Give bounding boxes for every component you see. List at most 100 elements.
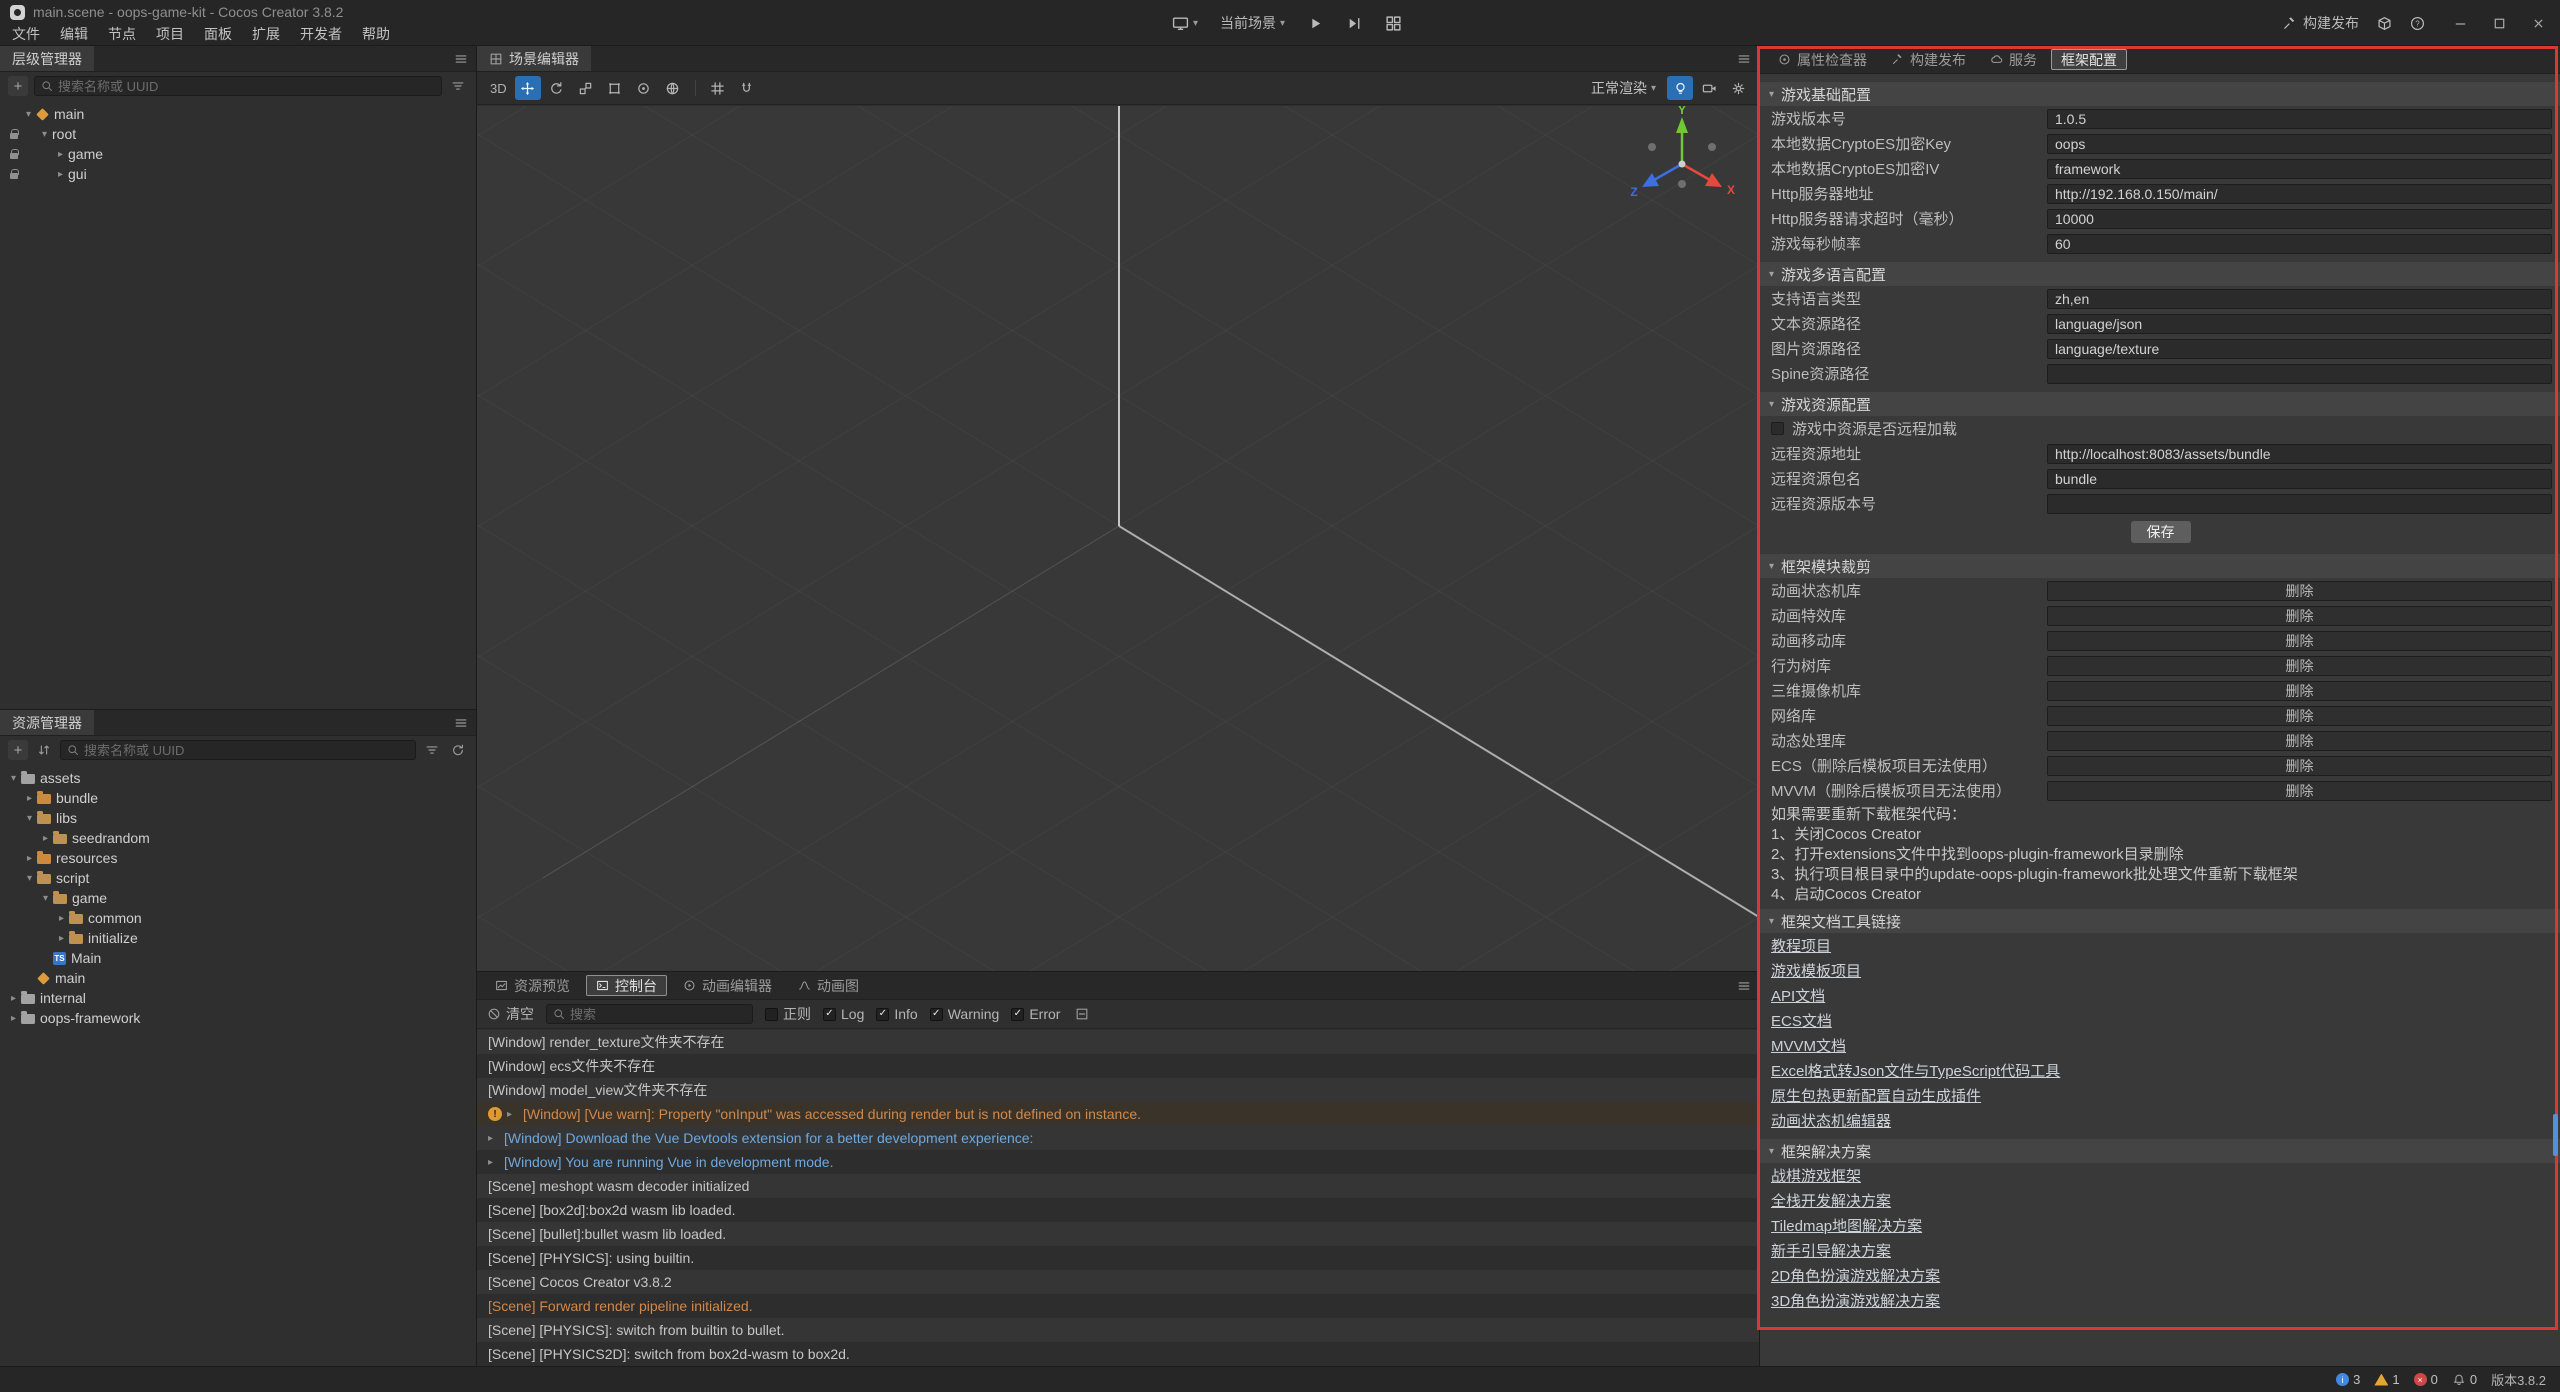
doc-link[interactable]: 3D角色扮演游戏解决方案 (1760, 1288, 2560, 1313)
scene-menu-button[interactable] (1729, 46, 1759, 71)
console-log-row-0[interactable]: [Window] render_texture文件夹不存在 (477, 1030, 1759, 1054)
field-input[interactable] (2047, 234, 2552, 254)
scene-camera-button[interactable] (1696, 76, 1722, 100)
section-header[interactable]: ▾框架文档工具链接 (1760, 909, 2560, 933)
maximize-button[interactable] (2492, 16, 2507, 31)
tool-scale-button[interactable] (573, 76, 599, 100)
expand-arrow[interactable]: ▾ (37, 129, 52, 140)
menu-item-2[interactable]: 节点 (98, 24, 146, 44)
console-clear-button[interactable]: 清空 (487, 1004, 534, 1024)
menu-item-5[interactable]: 扩展 (242, 24, 290, 44)
hierarchy-title-tab[interactable]: 层级管理器 (0, 46, 94, 71)
console-log-row-12[interactable]: [Scene] [PHYSICS]: switch from builtin t… (477, 1318, 1759, 1342)
tool-move-button[interactable] (515, 76, 541, 100)
checkbox-unchecked[interactable] (765, 1008, 778, 1021)
notification-badge[interactable]: 0 (2452, 1372, 2477, 1387)
play-button[interactable] (1301, 11, 1330, 36)
inspector-tab-2[interactable]: 服务 (1980, 49, 2047, 70)
delete-button[interactable]: 删除 (2047, 681, 2552, 701)
asset-node-assets[interactable]: ▾assets (0, 768, 476, 788)
inspector-tab-0[interactable]: 属性检查器 (1768, 49, 1877, 70)
console-log-row-5[interactable]: ▸[Window] You are running Vue in develop… (477, 1150, 1759, 1174)
expand-arrow[interactable]: ▾ (6, 773, 21, 784)
console-log-row-9[interactable]: [Scene] [PHYSICS]: using builtin. (477, 1246, 1759, 1270)
console-menu-button[interactable] (1729, 979, 1759, 993)
layout-button[interactable] (1379, 11, 1408, 36)
doc-link[interactable]: 教程项目 (1760, 933, 2560, 958)
doc-link[interactable]: 动画状态机编辑器 (1760, 1108, 2560, 1133)
doc-link[interactable]: MVVM文档 (1760, 1033, 2560, 1058)
device-preview-dropdown[interactable]: ▾ (1166, 11, 1204, 36)
doc-link[interactable]: 全栈开发解决方案 (1760, 1188, 2560, 1213)
field-input[interactable] (2047, 469, 2552, 489)
step-button[interactable] (1340, 11, 1369, 36)
asset-node-main[interactable]: main (0, 968, 476, 988)
asset-node-common[interactable]: ▸common (0, 908, 476, 928)
asset-node-script[interactable]: ▾script (0, 868, 476, 888)
checkbox-checked[interactable]: ✓ (1011, 1008, 1024, 1021)
doc-link[interactable]: 2D角色扮演游戏解决方案 (1760, 1263, 2560, 1288)
expand-arrow[interactable]: ▸ (54, 913, 69, 924)
delete-button[interactable]: 删除 (2047, 606, 2552, 626)
section-header[interactable]: ▾框架模块裁剪 (1760, 554, 2560, 578)
inspector-scrollbar[interactable] (2553, 1114, 2558, 1156)
field-input[interactable] (2047, 339, 2552, 359)
expand-arrow[interactable]: ▸ (54, 933, 69, 944)
mode-3d-button[interactable]: 3D (485, 76, 512, 100)
assets-title-tab[interactable]: 资源管理器 (0, 710, 94, 735)
delete-button[interactable]: 删除 (2047, 731, 2552, 751)
doc-link[interactable]: 战棋游戏框架 (1760, 1163, 2560, 1188)
delete-button[interactable]: 删除 (2047, 631, 2552, 651)
doc-link[interactable]: Tiledmap地图解决方案 (1760, 1213, 2560, 1238)
filter-error-checkbox[interactable]: ✓Error (1011, 1006, 1060, 1022)
expand-caret[interactable]: ▸ (507, 1109, 523, 1120)
tool-rect-button[interactable] (602, 76, 628, 100)
field-input[interactable] (2047, 159, 2552, 179)
console-tab-2[interactable]: 动画编辑器 (673, 975, 782, 996)
delete-button[interactable]: 删除 (2047, 581, 2552, 601)
filter-log-checkbox[interactable]: ✓Log (823, 1006, 864, 1022)
tool-space-button[interactable] (660, 76, 686, 100)
hierarchy-search-box[interactable] (34, 76, 442, 96)
section-header[interactable]: ▾游戏基础配置 (1760, 82, 2560, 106)
doc-link[interactable]: Excel格式转Json文件与TypeScript代码工具 (1760, 1058, 2560, 1083)
checkbox-checked[interactable]: ✓ (823, 1008, 836, 1021)
tool-rotate-button[interactable] (544, 76, 570, 100)
expand-arrow[interactable]: ▸ (38, 833, 53, 844)
regex-checkbox[interactable]: 正则 (765, 1004, 811, 1024)
expand-arrow[interactable]: ▾ (22, 873, 37, 884)
hierarchy-search-input[interactable] (58, 79, 435, 94)
hierarchy-node-root[interactable]: ▾root (0, 124, 476, 144)
axis-gizmo[interactable]: Y X Z (1622, 106, 1742, 224)
field-input[interactable] (2047, 494, 2552, 514)
field-input[interactable] (2047, 289, 2552, 309)
menu-item-3[interactable]: 项目 (146, 24, 194, 44)
expand-caret[interactable]: ▸ (488, 1133, 504, 1144)
console-tab-1[interactable]: 控制台 (586, 975, 667, 996)
render-mode-dropdown[interactable]: 正常渲染 ▾ (1583, 76, 1664, 100)
menu-item-6[interactable]: 开发者 (290, 24, 352, 44)
scene-title-tab[interactable]: 场景编辑器 (477, 46, 591, 71)
field-input[interactable] (2047, 184, 2552, 204)
doc-link[interactable]: 新手引导解决方案 (1760, 1238, 2560, 1263)
asset-node-oops-framework[interactable]: ▸oops-framework (0, 1008, 476, 1028)
hierarchy-menu-button[interactable] (446, 46, 476, 71)
checkbox-checked[interactable]: ✓ (876, 1008, 889, 1021)
help-button[interactable]: ? (2410, 16, 2425, 31)
expand-arrow[interactable]: ▸ (6, 1013, 21, 1024)
hierarchy-node-gui[interactable]: ▸gui (0, 164, 476, 184)
field-input[interactable] (2047, 109, 2552, 129)
inspector-tab-3[interactable]: 框架配置 (2051, 49, 2127, 70)
console-tab-0[interactable]: 资源预览 (485, 975, 580, 996)
expand-arrow[interactable]: ▾ (38, 893, 53, 904)
menu-item-1[interactable]: 编辑 (50, 24, 98, 44)
scene-light-button[interactable] (1667, 76, 1693, 100)
console-log-row-13[interactable]: [Scene] [PHYSICS2D]: switch from box2d-w… (477, 1342, 1759, 1366)
warning-count-badge[interactable]: 1 (2374, 1372, 2399, 1387)
asset-node-libs[interactable]: ▾libs (0, 808, 476, 828)
asset-node-internal[interactable]: ▸internal (0, 988, 476, 1008)
error-count-badge[interactable]: × 0 (2414, 1372, 2438, 1387)
doc-link[interactable]: 原生包热更新配置自动生成插件 (1760, 1083, 2560, 1108)
menu-item-4[interactable]: 面板 (194, 24, 242, 44)
expand-arrow[interactable]: ▸ (53, 169, 68, 180)
